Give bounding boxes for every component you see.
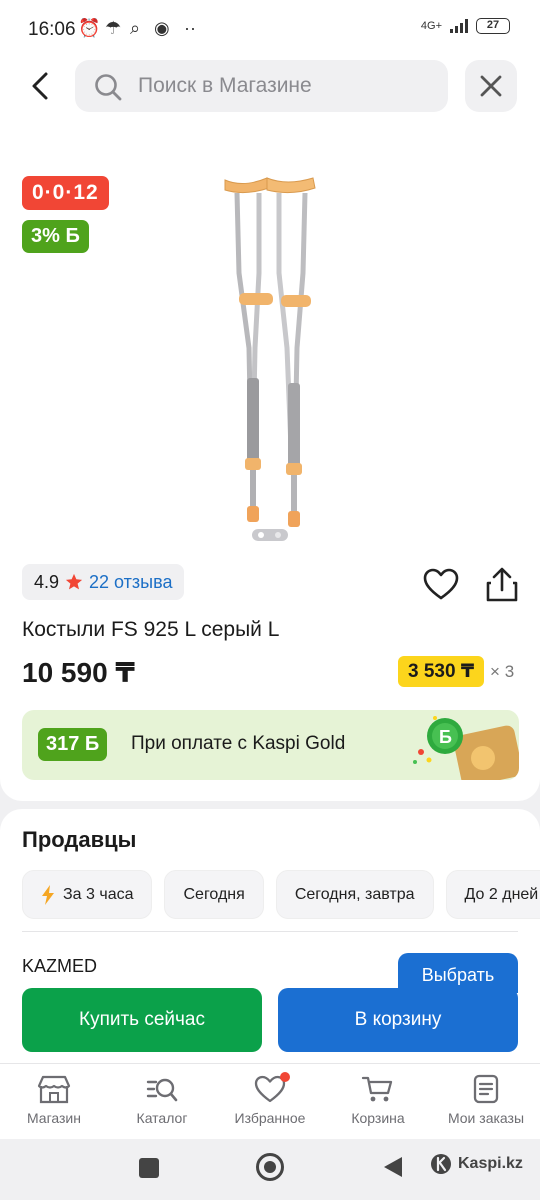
add-to-cart-button[interactable]: В корзину	[278, 988, 518, 1052]
product-image-crutches[interactable]	[195, 148, 345, 543]
share-button[interactable]	[483, 566, 521, 604]
divider	[22, 931, 518, 932]
kaspi-watermark: Kaspi.kz	[430, 1153, 523, 1175]
sellers-heading: Продавцы	[22, 827, 137, 852]
nav-orders[interactable]: Мои заказы	[432, 1064, 540, 1139]
lightning-icon	[42, 884, 54, 905]
signal-icon	[450, 19, 468, 33]
cart-icon	[361, 1076, 393, 1102]
chip-3-hours[interactable]: За 3 часа	[22, 870, 153, 919]
kaspi-gold-banner[interactable]: 317 Б При оплате с Kaspi Gold Б	[22, 710, 519, 780]
gold-bonus-badge: 317 Б	[38, 728, 108, 761]
gold-card-illustration: Б	[413, 716, 519, 780]
gold-banner-text: При оплате с Kaspi Gold	[131, 733, 346, 754]
pager-dot-2	[275, 532, 281, 538]
buy-now-button[interactable]: Купить сейчас	[22, 988, 262, 1052]
back-button[interactable]	[24, 68, 60, 104]
status-time: 16:06	[28, 19, 76, 40]
umbrella-icon: ☂	[105, 18, 122, 38]
reviews-link[interactable]: 22 отзыва	[89, 572, 172, 593]
chip-today[interactable]: Сегодня	[164, 870, 264, 919]
close-button[interactable]	[465, 60, 517, 112]
notification-dot	[280, 1072, 290, 1082]
system-navigation-bar: Kaspi.kz	[0, 1139, 540, 1200]
chevron-left-icon	[32, 72, 48, 100]
app-status-icon: ◉	[154, 18, 170, 38]
orders-icon	[473, 1074, 499, 1104]
search-placeholder: Поиск в Магазине	[138, 74, 312, 97]
crutch-right	[266, 177, 316, 527]
share-icon	[486, 567, 518, 602]
alarm-icon: ⏰	[78, 18, 101, 38]
status-bar: 16:06 ⏰ ☂ ⌕ ◉ ·· 4G+ 27	[0, 0, 540, 58]
bonus-percent-badge: 3% Б	[22, 220, 89, 253]
battery-icon: 27	[476, 18, 510, 34]
pager-dot-1	[258, 532, 264, 538]
more-dots-icon: ··	[184, 18, 196, 38]
product-card: 0·0·12 3% Б 4.9 22 отзыва Костыли FS 925…	[0, 126, 540, 801]
network-label: 4G+	[420, 20, 442, 32]
installment-times: × 3	[490, 661, 515, 681]
nav-cart[interactable]: Корзина	[324, 1064, 432, 1139]
favorite-button[interactable]	[422, 566, 460, 604]
delivery-filter-chips: За 3 часа Сегодня Сегодня, завтра До 2 д…	[22, 870, 540, 919]
search-icon	[95, 74, 122, 101]
catalog-icon	[146, 1078, 178, 1102]
recent-apps-button[interactable]	[139, 1158, 159, 1178]
rating-pill[interactable]: 4.9 22 отзыва	[22, 564, 185, 600]
chip-2-days[interactable]: До 2 дней	[445, 870, 540, 919]
seller-name[interactable]: KAZMED	[22, 956, 97, 977]
product-price: 10 590 ₸	[22, 657, 135, 688]
nav-favorites[interactable]: Избранное	[216, 1064, 324, 1139]
gallery-pager[interactable]	[252, 529, 288, 541]
top-bar: Поиск в Магазине	[0, 58, 540, 126]
search-input[interactable]: Поиск в Магазине	[75, 60, 448, 112]
search-status-icon: ⌕	[130, 18, 141, 38]
installment-info[interactable]: 3 530 ₸ × 3	[398, 656, 514, 687]
nav-shop[interactable]: Магазин	[0, 1064, 108, 1139]
crutch-left	[224, 177, 273, 522]
rating-value: 4.9	[34, 571, 60, 592]
svg-text:Б: Б	[439, 727, 452, 747]
home-dot	[264, 1161, 276, 1173]
status-right: 4G+ 27	[421, 18, 510, 34]
kaspi-logo-icon	[431, 1154, 451, 1174]
chip-today-tomorrow[interactable]: Сегодня, завтра	[275, 870, 434, 919]
shop-icon	[37, 1075, 71, 1104]
star-icon	[65, 573, 83, 590]
installment-amount: 3 530 ₸	[398, 656, 485, 687]
promo-timer-badge: 0·0·12	[22, 176, 109, 210]
nav-catalog[interactable]: Каталог	[108, 1064, 216, 1139]
choose-seller-button[interactable]: Выбрать	[398, 953, 518, 993]
close-icon	[480, 75, 502, 97]
home-button[interactable]	[256, 1153, 284, 1181]
bottom-navigation: Магазин Каталог Избранное Корзина Мои за…	[0, 1063, 540, 1139]
heart-icon	[423, 568, 459, 600]
product-title: Костыли FS 925 L серый L	[22, 618, 280, 641]
system-back-button[interactable]	[382, 1155, 404, 1179]
